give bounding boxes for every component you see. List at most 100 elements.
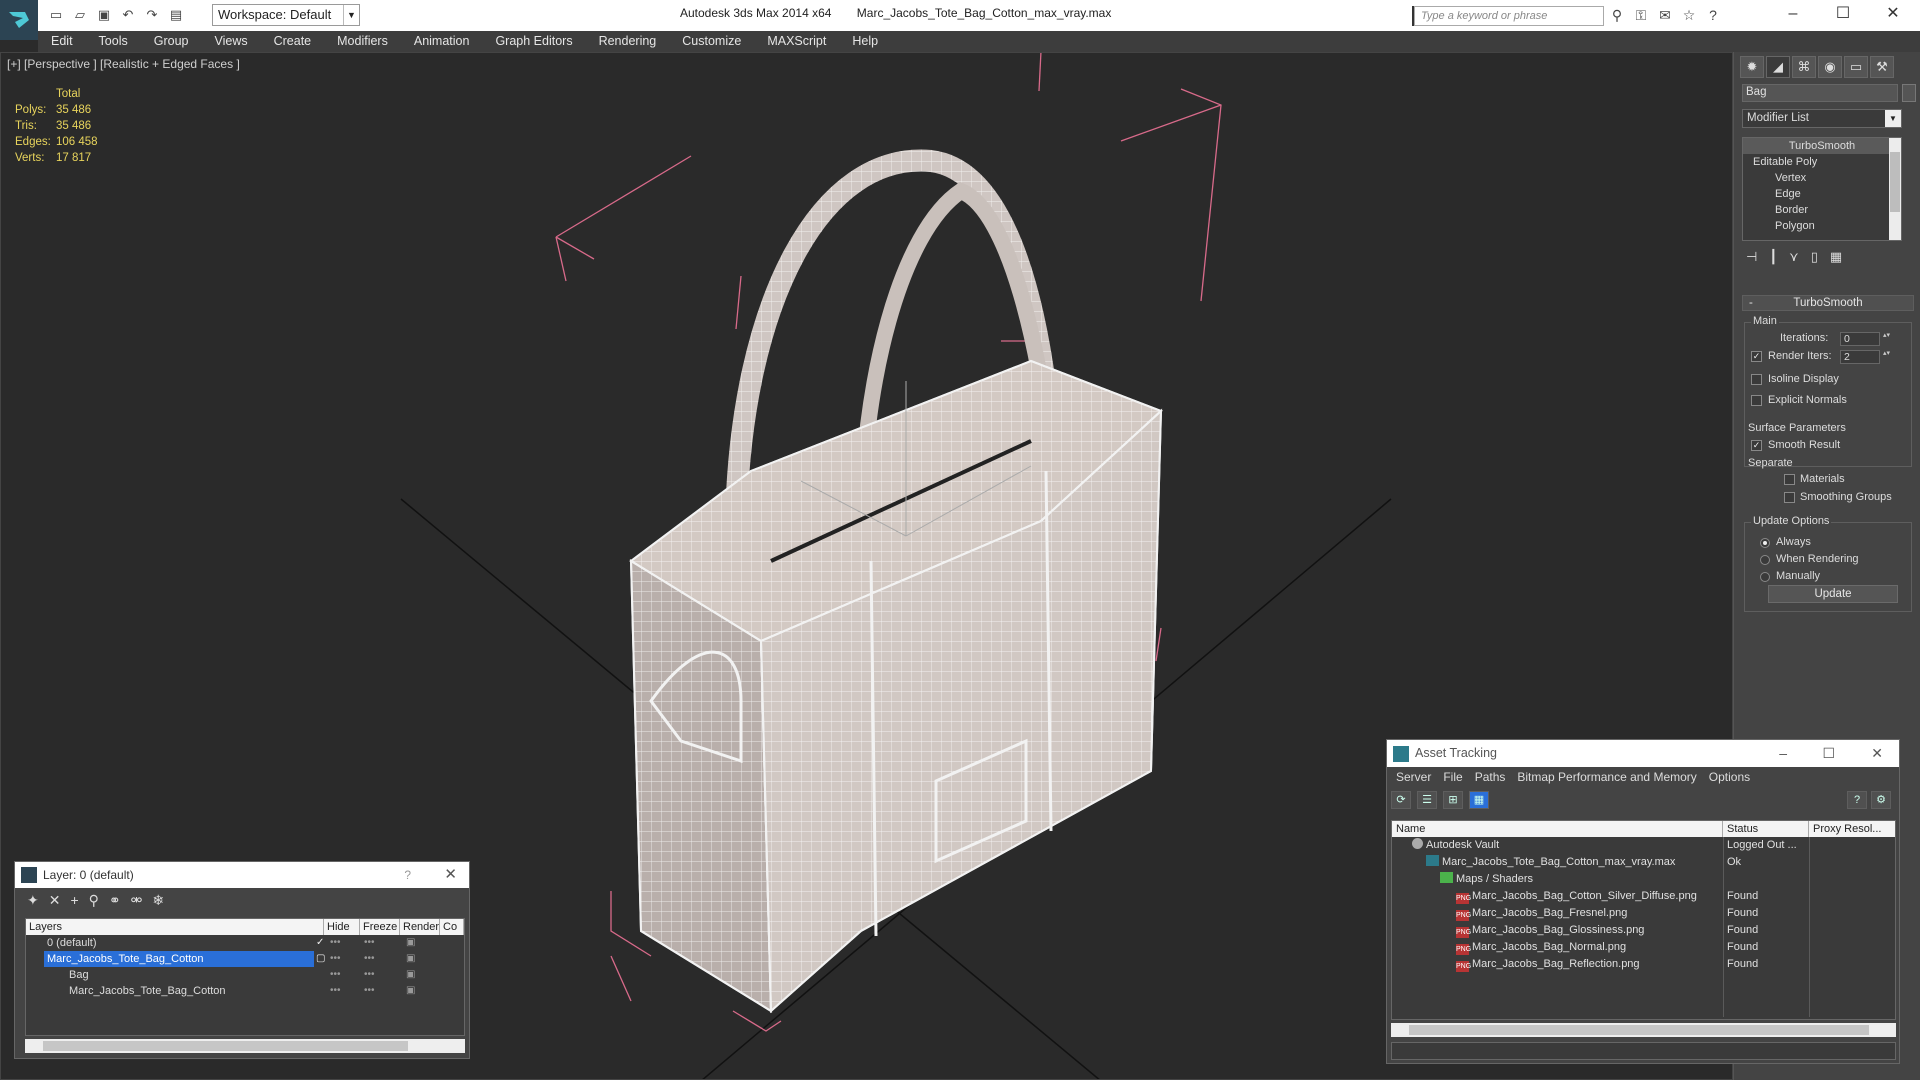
add-to-layer-icon[interactable]: + <box>70 892 78 912</box>
layer-row[interactable]: Marc_Jacobs_Tote_Bag_Cotton ••• ••• ▣ <box>26 983 464 999</box>
open-file-icon[interactable]: ▱ <box>70 5 90 25</box>
create-tab-icon[interactable]: ✹ <box>1740 56 1764 78</box>
motion-tab-icon[interactable]: ◉ <box>1818 56 1842 78</box>
asset-row[interactable]: Maps / Shaders <box>1392 871 1895 888</box>
binoculars-icon[interactable]: ⚲ <box>1608 6 1626 24</box>
stack-item-polygon[interactable]: Polygon <box>1743 218 1901 234</box>
materials-checkbox[interactable] <box>1784 474 1795 485</box>
menu-help[interactable]: Help <box>839 31 891 52</box>
stack-item-edge[interactable]: Edge <box>1743 186 1901 202</box>
manually-radio[interactable] <box>1760 572 1770 582</box>
workspace-dropdown[interactable]: Workspace: Default ▼ <box>212 4 360 26</box>
asset-row[interactable]: Marc_Jacobs_Tote_Bag_Cotton_max_vray.max… <box>1392 854 1895 871</box>
redo-icon[interactable]: ↷ <box>142 5 162 25</box>
menu-maxscript[interactable]: MAXScript <box>754 31 839 52</box>
menu-create[interactable]: Create <box>261 31 325 52</box>
menu-options[interactable]: Options <box>1704 767 1755 787</box>
app-menu-button[interactable] <box>0 0 38 40</box>
asset-window-titlebar[interactable]: Asset Tracking – ☐ ✕ <box>1387 740 1899 767</box>
save-icon[interactable]: ▣ <box>94 5 114 25</box>
maximize-button[interactable]: ☐ <box>1820 0 1866 31</box>
freeze-all-icon[interactable]: ❄ <box>152 892 164 912</box>
menu-bitmap-performance[interactable]: Bitmap Performance and Memory <box>1512 767 1701 787</box>
select-objects-icon[interactable]: ⚲ <box>89 892 99 912</box>
menu-file[interactable]: File <box>1438 767 1467 787</box>
col-hide[interactable]: Hide <box>324 919 360 935</box>
favorites-star-icon[interactable]: ☆ <box>1680 6 1698 24</box>
close-icon[interactable]: ✕ <box>1871 740 1883 767</box>
minimize-button[interactable]: – <box>1770 0 1816 31</box>
menu-animation[interactable]: Animation <box>401 31 483 52</box>
maximize-icon[interactable]: ☐ <box>1822 740 1835 767</box>
communication-icon[interactable]: ✉ <box>1656 6 1674 24</box>
highlight-selected-icon[interactable]: ⚭ <box>109 892 121 912</box>
help-icon[interactable]: ? <box>1704 6 1722 24</box>
layer-window-titlebar[interactable]: Layer: 0 (default) ? ✕ <box>15 862 469 888</box>
menu-paths[interactable]: Paths <box>1470 767 1511 787</box>
object-color-swatch[interactable] <box>1902 84 1916 102</box>
modify-tab-icon[interactable]: ◢ <box>1766 56 1790 78</box>
col-render[interactable]: Render <box>400 919 440 935</box>
asset-row[interactable]: PNGMarc_Jacobs_Bag_Glossiness.png Found <box>1392 922 1895 939</box>
remove-modifier-icon[interactable]: ▯ <box>1811 249 1818 265</box>
new-layer-icon[interactable]: ✦ <box>27 892 39 912</box>
help-icon[interactable]: ? <box>1847 791 1867 809</box>
asset-path-field[interactable] <box>1391 1042 1896 1060</box>
close-icon[interactable]: ✕ <box>444 862 457 888</box>
subscription-icon[interactable]: ⚿ <box>1632 6 1650 24</box>
settings-icon[interactable]: ⚙ <box>1871 791 1891 809</box>
utilities-tab-icon[interactable]: ⚒ <box>1870 56 1894 78</box>
table-view-icon[interactable]: ▦ <box>1469 791 1489 809</box>
project-folder-icon[interactable]: ▤ <box>166 5 186 25</box>
menu-edit[interactable]: Edit <box>38 31 86 52</box>
new-file-icon[interactable]: ▭ <box>46 5 66 25</box>
refresh-icon[interactable]: ⟳ <box>1391 791 1411 809</box>
col-layers[interactable]: Layers <box>26 919 324 935</box>
col-name[interactable]: Name <box>1392 821 1723 837</box>
stack-item-vertex[interactable]: Vertex <box>1743 170 1901 186</box>
asset-row[interactable]: Autodesk Vault Logged Out ... <box>1392 837 1895 854</box>
make-unique-icon[interactable]: ⋎ <box>1789 249 1799 265</box>
layer-horizontal-scrollbar[interactable] <box>25 1039 465 1053</box>
explicit-normals-checkbox[interactable] <box>1751 395 1762 406</box>
menu-customize[interactable]: Customize <box>669 31 754 52</box>
asset-row[interactable]: PNGMarc_Jacobs_Bag_Cotton_Silver_Diffuse… <box>1392 888 1895 905</box>
isoline-checkbox[interactable] <box>1751 374 1762 385</box>
stack-item-border[interactable]: Border <box>1743 202 1901 218</box>
smoothing-groups-checkbox[interactable] <box>1784 492 1795 503</box>
hierarchy-tab-icon[interactable]: ⌘ <box>1792 56 1816 78</box>
col-freeze[interactable]: Freeze <box>360 919 400 935</box>
stack-scrollbar[interactable] <box>1889 138 1901 240</box>
configure-modifier-sets-icon[interactable]: ▦ <box>1830 249 1842 265</box>
layer-row[interactable]: Bag ••• ••• ▣ <box>26 967 464 983</box>
menu-views[interactable]: Views <box>201 31 260 52</box>
list-view-icon[interactable]: ☰ <box>1417 791 1437 809</box>
show-end-result-icon[interactable]: ┃ <box>1769 249 1777 265</box>
col-color[interactable]: Co <box>440 919 464 935</box>
always-radio[interactable] <box>1760 538 1770 548</box>
update-button[interactable]: Update <box>1768 585 1898 603</box>
render-iters-spinner[interactable]: 2 <box>1840 350 1891 364</box>
menu-modifiers[interactable]: Modifiers <box>324 31 401 52</box>
stack-item-turbosmooth[interactable]: TurboSmooth <box>1743 138 1901 154</box>
menu-tools[interactable]: Tools <box>86 31 141 52</box>
layer-row[interactable]: Marc_Jacobs_Tote_Bag_Cotton ▢ ••• ••• ▣ <box>26 951 464 967</box>
tree-view-icon[interactable]: ⊞ <box>1443 791 1463 809</box>
search-input[interactable]: Type a keyword or phrase <box>1414 6 1604 26</box>
asset-row[interactable]: PNGMarc_Jacobs_Bag_Fresnel.png Found <box>1392 905 1895 922</box>
hide-all-icon[interactable]: ⚮ <box>131 892 143 912</box>
smooth-result-checkbox[interactable]: ✓ <box>1751 440 1762 451</box>
delete-layer-icon[interactable]: ✕ <box>49 892 61 912</box>
pin-stack-icon[interactable]: ⊣ <box>1746 249 1757 265</box>
display-tab-icon[interactable]: ▭ <box>1844 56 1868 78</box>
close-button[interactable]: ✕ <box>1870 0 1916 31</box>
turbosmooth-rollout-header[interactable]: - TurboSmooth <box>1742 295 1914 311</box>
layer-row[interactable]: 0 (default) ✓ ••• ••• ▣ <box>26 935 464 951</box>
menu-rendering[interactable]: Rendering <box>586 31 670 52</box>
stack-item-editable-poly[interactable]: Editable Poly <box>1743 154 1901 170</box>
menu-server[interactable]: Server <box>1391 767 1436 787</box>
modifier-list-dropdown[interactable]: Modifier List ▼ <box>1742 109 1902 128</box>
render-iters-checkbox[interactable]: ✓ <box>1751 351 1762 362</box>
undo-icon[interactable]: ↶ <box>118 5 138 25</box>
asset-row[interactable]: PNGMarc_Jacobs_Bag_Reflection.png Found <box>1392 956 1895 973</box>
